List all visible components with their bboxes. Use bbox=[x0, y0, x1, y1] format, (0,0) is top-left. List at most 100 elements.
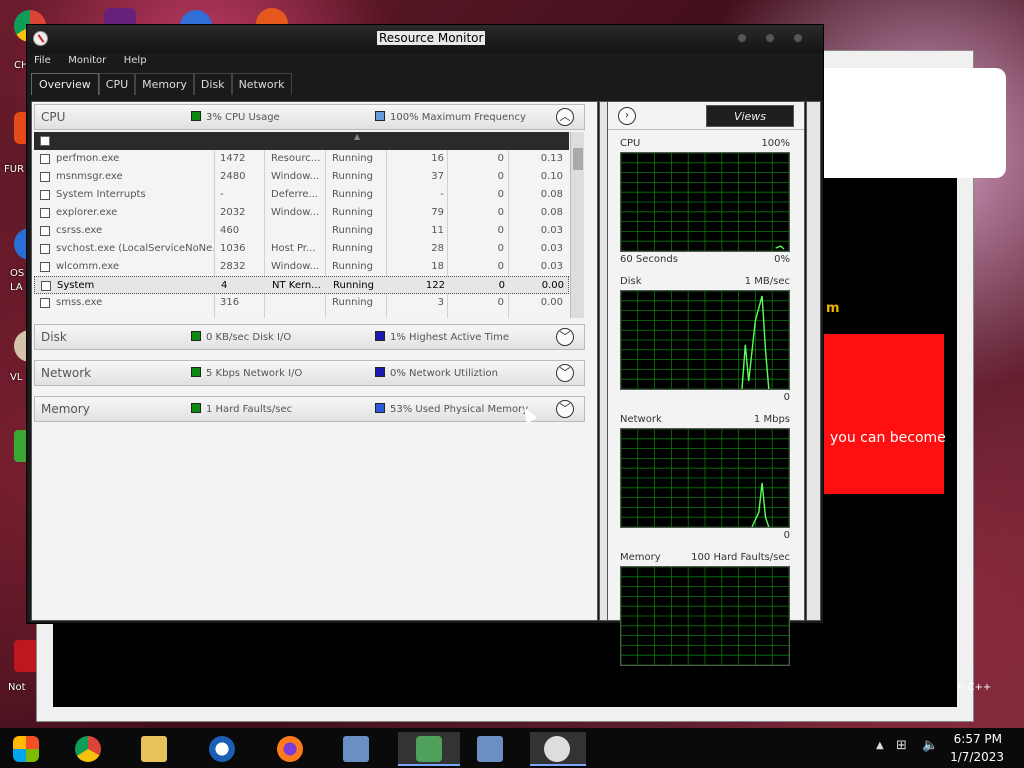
network-status-icon[interactable]: ⊞ bbox=[896, 738, 907, 753]
start-button[interactable] bbox=[6, 732, 46, 766]
desktop-label: OS bbox=[10, 268, 25, 279]
collapse-pane-icon[interactable]: › bbox=[618, 107, 636, 125]
process-cpu: 0.03 bbox=[540, 261, 563, 272]
expand-chevron-icon[interactable]: ﹀ bbox=[556, 400, 574, 418]
menu-file[interactable]: File bbox=[27, 53, 58, 68]
title-bar[interactable]: Resource Monitor bbox=[27, 25, 823, 53]
menu-help[interactable]: Help bbox=[117, 53, 154, 68]
process-pid: - bbox=[220, 189, 224, 200]
users-app-taskbar-icon[interactable] bbox=[398, 732, 460, 766]
views-button[interactable]: Views bbox=[706, 105, 794, 127]
graph-bottom-right-label: 0% bbox=[774, 254, 790, 265]
table-row[interactable]: smss.exe 316 Running 3 0 0.00 bbox=[34, 294, 569, 312]
scrollbar-thumb[interactable] bbox=[573, 148, 583, 170]
process-threads: 37 bbox=[431, 171, 444, 182]
menu-monitor[interactable]: Monitor bbox=[61, 53, 113, 68]
clock-time[interactable]: 6:57 PM bbox=[954, 732, 1002, 746]
volume-icon[interactable]: 🔈 bbox=[922, 738, 938, 753]
row-checkbox[interactable] bbox=[41, 281, 51, 291]
cpu-usage-text: 3% CPU Usage bbox=[206, 112, 280, 123]
network-section-header[interactable]: Network 5 Kbps Network I/O 0% Network Ut… bbox=[34, 360, 585, 386]
clock-date[interactable]: 1/7/2023 bbox=[950, 750, 1004, 764]
expand-chevron-icon[interactable]: ﹀ bbox=[556, 328, 574, 346]
graph-svg bbox=[620, 566, 790, 666]
network-app-taskbar-icon-2[interactable] bbox=[470, 732, 510, 766]
window-title: Resource Monitor bbox=[377, 31, 486, 45]
process-description: Window... bbox=[271, 207, 320, 218]
table-row[interactable]: msnmsgr.exe 2480 Window... Running 37 0 0.10 bbox=[34, 168, 569, 186]
row-checkbox[interactable] bbox=[40, 298, 50, 308]
resource-monitor-window[interactable]: Resource Monitor File Monitor Help Overv… bbox=[26, 24, 824, 666]
table-row[interactable]: csrss.exe 460 Running 11 0 0.03 bbox=[34, 222, 569, 240]
blue-swatch bbox=[375, 403, 385, 413]
network-util-text: 0% Network Utiliztion bbox=[390, 368, 498, 379]
process-cycle: 0 bbox=[497, 297, 504, 308]
row-checkbox[interactable] bbox=[40, 244, 50, 254]
row-checkbox[interactable] bbox=[40, 154, 50, 164]
table-row[interactable]: explorer.exe 2032 Window... Running 79 0 0.08 bbox=[34, 204, 569, 222]
process-name: csrss.exe bbox=[56, 225, 103, 236]
disk-section-header[interactable]: Disk 0 KB/sec Disk I/O 1% Highest Active… bbox=[34, 324, 585, 350]
process-cycle: 0 bbox=[497, 261, 504, 272]
process-name: System bbox=[57, 280, 95, 291]
close-button[interactable] bbox=[793, 33, 803, 43]
process-pid: 1036 bbox=[220, 243, 246, 254]
blue-swatch bbox=[375, 367, 385, 377]
minimize-button[interactable] bbox=[737, 33, 747, 43]
collapse-chevron-icon[interactable]: ︿ bbox=[556, 108, 574, 126]
process-cycle: 0 bbox=[497, 225, 504, 236]
tab-cpu[interactable]: CPU bbox=[98, 73, 136, 95]
expand-chevron-icon[interactable]: ﹀ bbox=[556, 364, 574, 382]
memory-used-legend: 53% Used Physical Memory bbox=[375, 403, 528, 415]
process-threads: - bbox=[440, 189, 444, 200]
table-row[interactable]: System Interrupts - Deferre... Running - 0 0.0… bbox=[34, 186, 569, 204]
tab-overview[interactable]: Overview bbox=[31, 73, 99, 95]
graphs-scrollbar[interactable] bbox=[806, 101, 821, 621]
row-checkbox[interactable] bbox=[40, 226, 50, 236]
tab-network[interactable]: Network bbox=[231, 73, 292, 95]
process-description: NT Kern... bbox=[272, 280, 321, 291]
memory-section-header[interactable]: Memory 1 Hard Faults/sec 53% Used Physic… bbox=[34, 396, 585, 422]
app-taskbar-icon[interactable] bbox=[202, 732, 242, 766]
row-checkbox[interactable] bbox=[40, 208, 50, 218]
table-row[interactable]: perfmon.exe 1472 Resourc... Running 16 0 0.13 bbox=[34, 150, 569, 168]
firefox-taskbar-icon[interactable] bbox=[270, 732, 310, 766]
memory-used-text: 53% Used Physical Memory bbox=[390, 404, 529, 415]
row-checkbox[interactable] bbox=[40, 190, 50, 200]
process-name: svchost.exe (LocalServiceNoNe... bbox=[56, 243, 214, 254]
process-status: Running bbox=[332, 171, 373, 182]
chrome-icon bbox=[75, 736, 101, 762]
graph-block-memory: Memory 100 Hard Faults/sec bbox=[612, 548, 802, 684]
green-swatch bbox=[191, 367, 201, 377]
process-cpu: 0.08 bbox=[540, 207, 563, 218]
file-explorer-taskbar-icon[interactable] bbox=[134, 732, 174, 766]
row-checkbox[interactable] bbox=[40, 172, 50, 182]
chrome-taskbar-icon[interactable] bbox=[68, 732, 108, 766]
process-pid: 316 bbox=[220, 297, 240, 308]
select-all-checkbox[interactable] bbox=[40, 136, 50, 146]
row-checkbox[interactable] bbox=[40, 262, 50, 272]
process-cycle: 0 bbox=[497, 207, 504, 218]
table-row[interactable]: svchost.exe (LocalServiceNoNe... 1036 Host… bbox=[34, 240, 569, 258]
show-hidden-icons-icon[interactable]: ▲ bbox=[876, 740, 884, 751]
graph-block-disk: Disk 1 MB/sec 0 bbox=[612, 272, 802, 408]
resource-monitor-taskbar-icon[interactable] bbox=[530, 732, 586, 766]
tab-memory[interactable]: Memory bbox=[135, 73, 194, 95]
sections-pane: CPU 3% CPU Usage 100% Maximum Frequency … bbox=[31, 101, 598, 621]
network-app-taskbar-icon[interactable] bbox=[336, 732, 376, 766]
cpu-usage-legend: 3% CPU Usage bbox=[191, 111, 280, 123]
overview-body: CPU 3% CPU Usage 100% Maximum Frequency … bbox=[31, 97, 821, 666]
process-table-header[interactable]: ▲ bbox=[34, 132, 569, 150]
blue-swatch bbox=[375, 111, 385, 121]
tab-disk[interactable]: Disk bbox=[193, 73, 232, 95]
torn-paper-graphic bbox=[796, 68, 1006, 178]
maximize-button[interactable] bbox=[765, 33, 775, 43]
table-row[interactable]: System 4 NT Kern... Running 122 0 0.00 bbox=[34, 276, 569, 294]
memory-section-title: Memory bbox=[41, 402, 90, 416]
cpu-section-header[interactable]: CPU 3% CPU Usage 100% Maximum Frequency … bbox=[34, 104, 585, 130]
windows-logo-icon bbox=[13, 736, 39, 762]
process-pid: 1472 bbox=[220, 153, 246, 164]
table-row[interactable]: wlcomm.exe 2832 Window... Running 18 0 0.03 bbox=[34, 258, 569, 276]
process-table-scrollbar[interactable] bbox=[570, 132, 584, 318]
disk-io-text: 0 KB/sec Disk I/O bbox=[206, 332, 292, 343]
